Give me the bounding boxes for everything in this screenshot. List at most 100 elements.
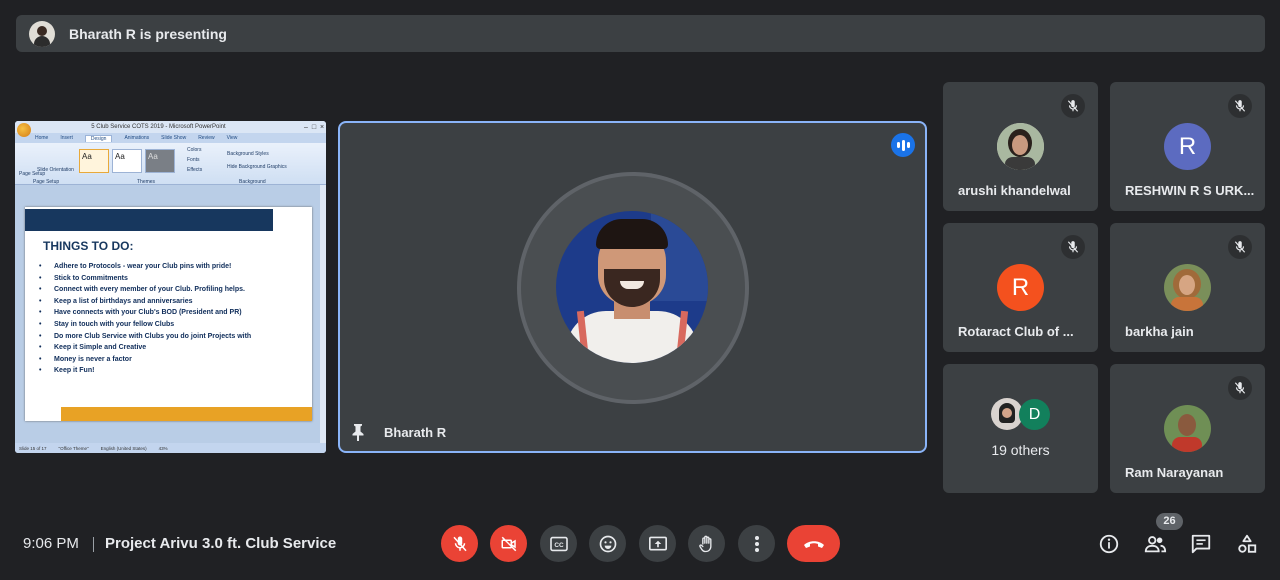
mic-off-icon	[1228, 94, 1252, 118]
present-screen-icon	[648, 536, 667, 551]
mic-off-icon	[1061, 235, 1085, 259]
status-language: English (United States)	[100, 445, 147, 451]
presentation-tile[interactable]: 5 Club Service COTS 2019 - Microsoft Pow…	[15, 121, 326, 453]
participant-avatar-initial: R	[997, 264, 1044, 311]
present-button[interactable]	[639, 525, 676, 562]
divider	[93, 537, 94, 552]
status-slide: Slide 15 of 17	[19, 445, 47, 451]
chat-icon	[1191, 534, 1211, 554]
slide: THINGS TO DO: Adhere to Protocols - wear…	[25, 207, 312, 421]
participant-tile[interactable]: R RESHWIN R S URK...	[1110, 82, 1265, 211]
background-styles-label: Background Styles	[227, 151, 269, 157]
leave-call-button[interactable]	[787, 525, 840, 562]
mic-toggle-button[interactable]	[441, 525, 478, 562]
participant-name: Rotaract Club of ...	[958, 324, 1074, 339]
more-vert-icon	[754, 535, 759, 552]
raise-hand-button[interactable]	[688, 525, 725, 562]
effects-label: Effects	[187, 167, 203, 173]
fonts-label: Fonts	[187, 157, 200, 163]
ribbon-tab: Home	[35, 135, 49, 141]
ribbon-tab: Slide Show	[161, 135, 187, 141]
participant-name: arushi khandelwal	[958, 183, 1071, 198]
slide-header-bar	[25, 209, 273, 231]
ribbon-tab: Review	[198, 135, 215, 141]
participant-avatar	[997, 123, 1044, 170]
theme-thumb: Aa	[79, 149, 109, 173]
people-button[interactable]	[1143, 532, 1167, 556]
activities-button[interactable]	[1235, 532, 1259, 556]
speaking-indicator-icon	[891, 133, 915, 157]
slide-bullet: Keep it Fun!	[39, 367, 251, 379]
clock: 9:06 PM	[23, 535, 79, 552]
captions-button[interactable]: CC	[540, 525, 577, 562]
slide-heading: THINGS TO DO:	[43, 239, 134, 253]
camera-toggle-button[interactable]	[490, 525, 527, 562]
ribbon-tabs: Home Insert Design Animations Slide Show…	[15, 133, 326, 143]
slide-bullet: Adhere to Protocols - wear your Club pin…	[39, 263, 251, 275]
slide-bullet: Stay in touch with your fellow Clubs	[39, 321, 251, 333]
theme-thumb: Aa	[112, 149, 142, 173]
slide-area: THINGS TO DO: Adhere to Protocols - wear…	[15, 185, 326, 443]
slide-footer-bar	[61, 407, 312, 421]
participant-avatar-initial: D	[1019, 399, 1050, 430]
activities-icon	[1238, 534, 1257, 553]
powerpoint-titlebar: 5 Club Service COTS 2019 - Microsoft Pow…	[15, 121, 326, 133]
speaker-name: Bharath R	[384, 425, 447, 440]
presenting-text: Bharath R is presenting	[69, 25, 227, 42]
ribbon-tab-active: Design	[84, 134, 113, 142]
mic-off-icon	[1228, 376, 1252, 400]
mic-off-icon	[1061, 94, 1085, 118]
participant-count-badge: 26	[1156, 513, 1183, 530]
mic-off-icon	[1228, 235, 1252, 259]
slide-bullet: Have connects with your Club's BOD (Pres…	[39, 309, 251, 321]
pin-icon[interactable]	[350, 423, 366, 442]
info-icon	[1099, 534, 1119, 554]
ribbon: Page Setup Slide Orientation Aa Aa Aa Co…	[15, 143, 326, 185]
slide-bullet: Do more Club Service with Clubs you do j…	[39, 333, 251, 345]
presenting-banner: Bharath R is presenting	[16, 15, 1265, 52]
participant-name: RESHWIN R S URK...	[1125, 183, 1255, 198]
people-icon	[1144, 536, 1167, 553]
camera-off-icon	[501, 536, 516, 551]
speaker-avatar	[556, 211, 708, 363]
status-theme: "Office Theme"	[58, 445, 89, 451]
ribbon-tab: View	[226, 135, 238, 141]
emoji-button[interactable]	[589, 525, 626, 562]
close-icon: ×	[319, 123, 325, 131]
participant-avatar	[1164, 264, 1211, 311]
presenter-avatar	[29, 20, 55, 47]
svg-text:CC: CC	[554, 542, 564, 549]
captions-icon: CC	[549, 536, 568, 551]
main-speaker-tile[interactable]: Bharath R	[338, 121, 927, 453]
minimize-icon: –	[304, 123, 308, 131]
theme-thumb: Aa	[145, 149, 175, 173]
hand-icon	[698, 535, 711, 552]
status-zoom: 43%	[158, 445, 168, 451]
slide-bullet: Keep it Simple and Creative	[39, 344, 251, 356]
slide-scrollbar	[320, 185, 326, 443]
end-call-icon	[803, 540, 824, 548]
maximize-icon: □	[311, 123, 317, 131]
slide-bullet-list: Adhere to Protocols - wear your Club pin…	[39, 263, 251, 379]
others-tile[interactable]: D 19 others	[943, 364, 1098, 493]
slide-orientation-label: Slide Orientation	[37, 167, 74, 173]
ribbon-tab: Insert	[60, 135, 73, 141]
participant-avatar-initial: R	[1164, 123, 1211, 170]
powerpoint-statusbar: Slide 15 of 17 "Office Theme" English (U…	[15, 443, 326, 453]
participant-tile[interactable]: arushi khandelwal	[943, 82, 1098, 211]
participant-tile[interactable]: R Rotaract Club of ...	[943, 223, 1098, 352]
colors-label: Colors	[187, 147, 202, 153]
chat-button[interactable]	[1189, 532, 1213, 556]
participant-name: barkha jain	[1125, 324, 1194, 339]
meeting-details-button[interactable]	[1097, 532, 1121, 556]
participant-tile[interactable]: barkha jain	[1110, 223, 1265, 352]
meeting-title: Project Arivu 3.0 ft. Club Service	[105, 535, 337, 552]
others-avatars: D	[991, 398, 1053, 430]
slide-bullet: Money is never a factor	[39, 356, 251, 368]
emoji-icon	[599, 535, 616, 552]
powerpoint-window-title: 5 Club Service COTS 2019 - Microsoft Pow…	[91, 124, 226, 130]
hide-background-label: Hide Background Graphics	[227, 164, 287, 170]
slide-bullet: Keep a list of birthdays and anniversari…	[39, 298, 251, 310]
participant-tile[interactable]: Ram Narayanan	[1110, 364, 1265, 493]
more-options-button[interactable]	[738, 525, 775, 562]
